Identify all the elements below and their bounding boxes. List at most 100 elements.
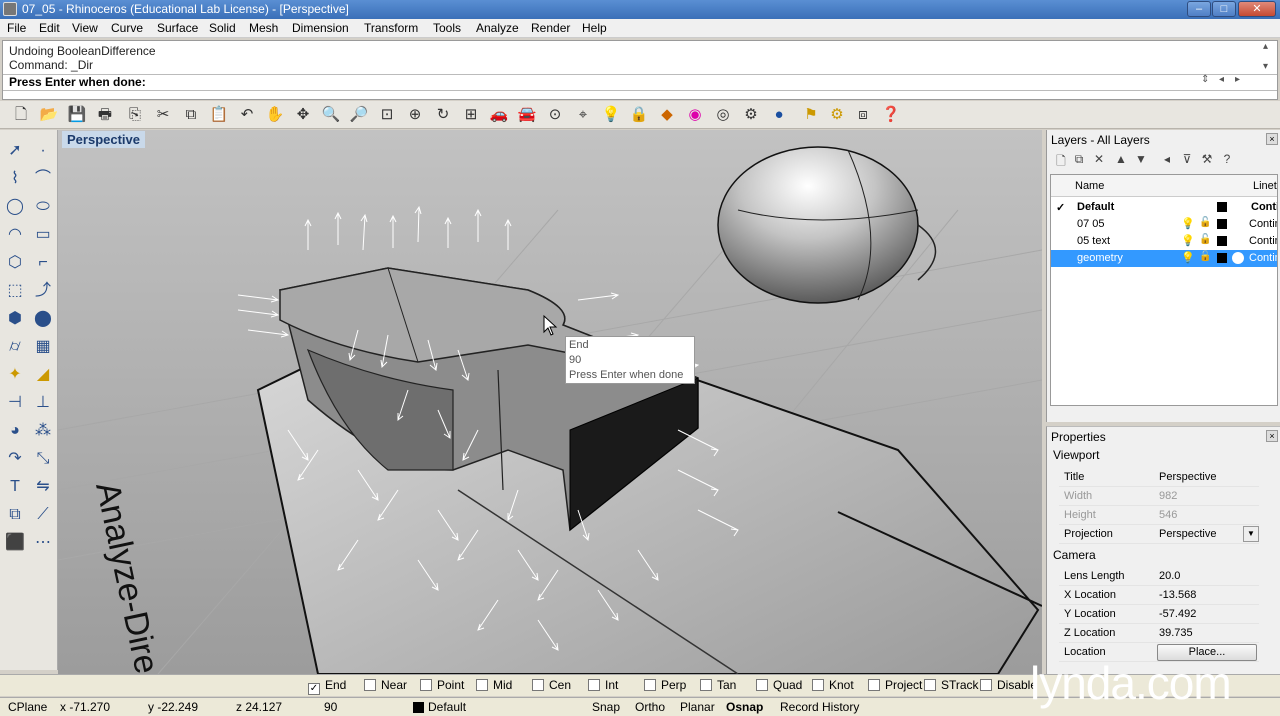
scroll-up-icon[interactable]: ▴ [1263, 41, 1268, 52]
render-sphere-icon[interactable]: ● [768, 104, 790, 126]
status-cplane[interactable]: CPlane [8, 700, 47, 714]
material-circle-icon[interactable] [1232, 252, 1244, 264]
menu-curve[interactable]: Curve [111, 21, 143, 35]
menu-file[interactable]: File [7, 21, 26, 35]
arrow-right-icon[interactable]: ▸ [1235, 74, 1240, 85]
layer-color-swatch[interactable] [1217, 236, 1227, 246]
osnap-near[interactable]: Near [364, 678, 407, 692]
prop-y-location[interactable]: Y Location -57.492 [1059, 605, 1259, 624]
zoom-extents-icon[interactable]: ⊡ [376, 104, 398, 126]
move-up-icon[interactable]: ▲ [1113, 152, 1129, 166]
prop-value[interactable]: 39.735 [1159, 627, 1193, 639]
layer-color-swatch[interactable] [1217, 202, 1227, 212]
print-icon[interactable]: 🖶 [94, 104, 116, 126]
status-osnap[interactable]: Osnap [726, 700, 763, 714]
sphere-solid-icon[interactable]: ⬤ [31, 307, 55, 331]
filter-icon[interactable]: ⊽ [1179, 152, 1195, 166]
menu-render[interactable]: Render [531, 21, 570, 35]
panel-close-icon[interactable]: × [1266, 133, 1278, 145]
osnap-point[interactable]: Point [420, 678, 464, 692]
scroll-down-icon[interactable]: ▾ [1263, 61, 1268, 72]
status-record-history[interactable]: Record History [780, 700, 859, 714]
unlock-icon[interactable]: 🔓 [1199, 251, 1211, 262]
move-icon[interactable]: ✥ [292, 104, 314, 126]
rendered-car-icon[interactable]: 🚘 [516, 104, 538, 126]
flag-icon[interactable]: ⚑ [800, 104, 822, 126]
layer-row-default[interactable]: ✓ Default Conti [1051, 199, 1277, 216]
shaded-car-icon[interactable]: 🚗 [488, 104, 510, 126]
osnap-int[interactable]: Int [588, 678, 618, 692]
panel-close-icon[interactable]: × [1266, 430, 1278, 442]
layers-icon[interactable]: ◆ [656, 104, 678, 126]
checkbox-icon[interactable] [924, 679, 936, 691]
osnap-perp[interactable]: Perp [644, 678, 686, 692]
split-icon[interactable]: ⊣ [3, 391, 27, 415]
delete-layer-icon[interactable]: ✕ [1091, 152, 1107, 166]
point-icon[interactable]: · [31, 139, 55, 163]
checkbox-icon[interactable] [420, 679, 432, 691]
osnap-knot[interactable]: Knot [812, 678, 854, 692]
prop-value[interactable]: -13.568 [1159, 589, 1196, 601]
maximize-button[interactable]: □ [1212, 1, 1236, 17]
menu-mesh[interactable]: Mesh [249, 21, 278, 35]
viewport-title-tab[interactable]: Perspective [62, 131, 145, 148]
osnap-mid[interactable]: Mid [476, 678, 512, 692]
layer-row-geometry[interactable]: geometry 💡 🔓 Contin [1051, 250, 1277, 267]
material-icon[interactable]: ◎ [712, 104, 734, 126]
unlock-icon[interactable]: 🔓 [1199, 234, 1211, 245]
prop-z-location[interactable]: Z Location 39.735 [1059, 624, 1259, 643]
menu-solid[interactable]: Solid [209, 21, 236, 35]
save-icon[interactable]: 💾 [66, 104, 88, 126]
arrow-left-icon[interactable]: ◂ [1219, 74, 1224, 85]
options-gear-icon[interactable]: ⚙ [826, 104, 848, 126]
osnap-disable[interactable]: Disable [980, 678, 1037, 692]
mirror-icon[interactable]: ⇋ [31, 475, 55, 499]
new-file-icon[interactable]: 🗋 [10, 104, 32, 126]
tools-icon[interactable]: ⚒ [1199, 152, 1215, 166]
fillet-icon[interactable]: ⌐ [31, 251, 55, 275]
toolbars-icon[interactable]: ⧈ [852, 104, 874, 126]
checkbox-icon[interactable] [980, 679, 992, 691]
surface-icon[interactable]: ⬚ [3, 279, 27, 303]
paste-icon[interactable]: 📋 [208, 104, 230, 126]
checkbox-icon[interactable] [588, 679, 600, 691]
menu-edit[interactable]: Edit [39, 21, 60, 35]
mesh-icon[interactable]: ▦ [31, 335, 55, 359]
layer-name-header[interactable]: Name [1075, 180, 1104, 192]
osnap-strack[interactable]: STrack [924, 678, 979, 692]
zoom-window-icon[interactable]: 🔎 [348, 104, 370, 126]
new-sublayer-icon[interactable]: ⧉ [1071, 152, 1087, 167]
lock-icon[interactable]: 🔒 [628, 104, 650, 126]
prop-projection[interactable]: Projection Perspective ▼ [1059, 525, 1259, 544]
checkbox-checked-icon[interactable]: ✓ [308, 683, 320, 695]
spin-icon[interactable]: ⇕ [1201, 74, 1209, 85]
transform-icon[interactable]: ✦ [3, 363, 27, 387]
gear-icon[interactable]: ⚙ [740, 104, 762, 126]
dimension-icon[interactable]: ◢ [31, 363, 55, 387]
render-box-icon[interactable]: ⬛ [3, 531, 27, 555]
checkbox-icon[interactable] [756, 679, 768, 691]
sphere-object[interactable] [717, 146, 919, 304]
command-prompt[interactable]: Press Enter when done: [3, 74, 1277, 91]
dropdown-arrow-icon[interactable]: ▼ [1243, 526, 1259, 542]
trim-icon[interactable]: ⊥ [31, 391, 55, 415]
open-file-icon[interactable]: 📂 [38, 104, 60, 126]
prop-value[interactable]: Perspective [1159, 528, 1216, 540]
ellipse-icon[interactable]: ⬭ [31, 195, 55, 219]
array-icon[interactable]: ⁂ [31, 419, 55, 443]
checkbox-icon[interactable] [644, 679, 656, 691]
analyze-icon[interactable]: ⟋ [31, 503, 55, 527]
light-bulb-icon[interactable]: 💡 [600, 104, 622, 126]
polyline-icon[interactable]: ⌇ [3, 167, 27, 191]
arc-icon[interactable]: ◠ [3, 223, 27, 247]
menu-tools[interactable]: Tools [433, 21, 461, 35]
cut-icon[interactable]: ✂ [152, 104, 174, 126]
checkbox-icon[interactable] [476, 679, 488, 691]
select-icon[interactable]: ⊙ [544, 104, 566, 126]
curve-icon[interactable]: ⌒ [31, 167, 55, 191]
osnap-tan[interactable]: Tan [700, 678, 736, 692]
prop-x-location[interactable]: X Location -13.568 [1059, 586, 1259, 605]
layer-linetype-header[interactable]: Linety [1253, 180, 1277, 192]
prop-value[interactable]: 20.0 [1159, 570, 1180, 582]
box-solid-icon[interactable]: ⬢ [3, 307, 27, 331]
